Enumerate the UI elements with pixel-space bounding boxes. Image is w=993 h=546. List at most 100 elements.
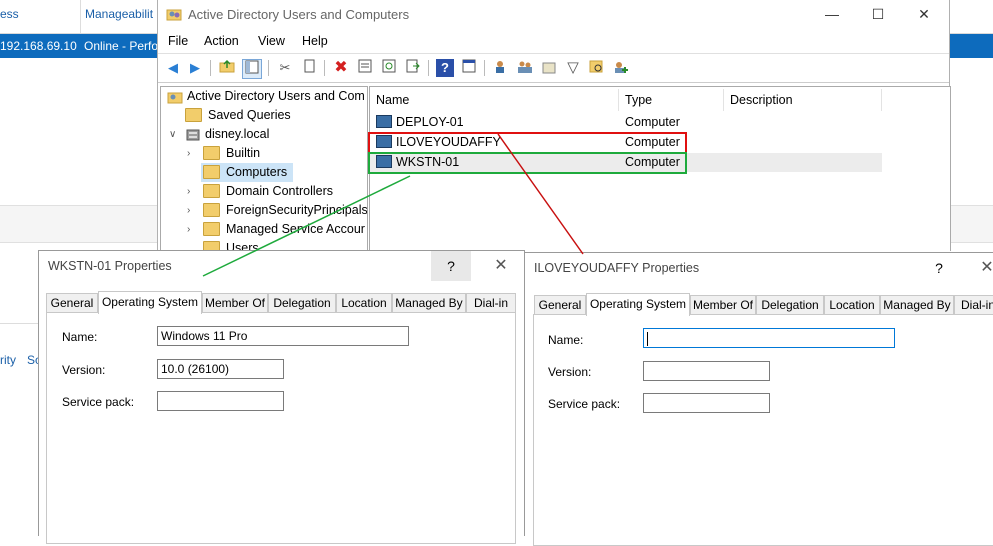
name-label: Name: [548, 333, 584, 347]
tree-item-label: Domain Controllers [226, 184, 333, 198]
minimize-icon[interactable]: — [820, 4, 844, 24]
cut-icon[interactable]: ✂ [276, 59, 294, 77]
aduc-toolbar: ◀ ▶ ✂ ✖ ? ▽ [158, 53, 949, 83]
service-pack-field[interactable] [157, 391, 284, 411]
tab-delegation[interactable]: Delegation [268, 293, 336, 313]
name-label: Name: [62, 330, 98, 344]
tree-item-saved-queries[interactable]: Saved Queries [185, 106, 291, 125]
close-icon[interactable]: ✕ [481, 251, 521, 281]
menu-view[interactable]: View [258, 34, 285, 48]
tab-dial-in[interactable]: Dial-in [466, 293, 516, 313]
close-icon[interactable]: ✕ [967, 253, 993, 283]
dialog-titlebar[interactable]: ILOVEYOUDAFFY Properties ? ✕ [525, 253, 993, 283]
tree-item-builtin[interactable]: › Builtin [187, 144, 260, 163]
os-version-field[interactable] [643, 361, 770, 381]
chevron-right-icon[interactable]: › [187, 182, 197, 201]
tab-managed-by[interactable]: Managed By [392, 293, 466, 313]
maximize-icon[interactable]: ☐ [866, 4, 890, 24]
help-icon[interactable]: ? [919, 253, 959, 283]
os-version-field[interactable]: 10.0 (26100) [157, 359, 284, 379]
tree-item-domain-controllers[interactable]: › Domain Controllers [187, 182, 333, 201]
column-header-name[interactable]: Name [370, 89, 619, 111]
chevron-right-icon[interactable]: › [187, 220, 197, 239]
aduc-title-text: Active Directory Users and Computers [188, 7, 410, 22]
forward-icon[interactable]: ▶ [186, 59, 204, 77]
menu-action[interactable]: Action [204, 34, 239, 48]
aduc-root-icon [167, 90, 183, 110]
highlight-red-box [368, 132, 687, 154]
menu-help[interactable]: Help [302, 34, 328, 48]
folder-icon [203, 202, 220, 217]
filter-icon[interactable]: ▽ [564, 59, 582, 77]
folder-icon [203, 145, 220, 160]
menu-file[interactable]: File [168, 34, 188, 48]
tree-root[interactable]: Active Directory Users and Com [167, 87, 365, 106]
delete-icon[interactable]: ✖ [332, 59, 350, 77]
new-ou-icon[interactable] [540, 59, 558, 77]
show-pane-icon[interactable] [460, 59, 478, 77]
close-icon[interactable]: ✕ [912, 4, 936, 24]
computer-icon [376, 115, 392, 129]
tree-item-label: Computers [226, 165, 288, 179]
chevron-down-icon[interactable]: ∨ [169, 125, 179, 144]
tree-item-computers[interactable]: Computers [201, 163, 293, 182]
version-label: Version: [548, 365, 592, 379]
tab-panel: Name: Version: Service pack: [533, 314, 993, 546]
tab-general[interactable]: General [534, 295, 586, 315]
find-icon[interactable] [588, 59, 606, 77]
iloveyoudaffy-properties-dialog: ILOVEYOUDAFFY Properties ? ✕ General Ope… [524, 252, 993, 546]
add-to-group-icon[interactable] [612, 59, 630, 77]
export-list-icon[interactable] [404, 59, 422, 77]
up-folder-icon[interactable] [218, 59, 236, 77]
tab-dial-in[interactable]: Dial-in [954, 295, 993, 315]
dialog-title: WKSTN-01 Properties [48, 259, 172, 273]
aduc-window: Active Directory Users and Computers — ☐… [157, 0, 951, 251]
dialog-title: ILOVEYOUDAFFY Properties [534, 261, 700, 275]
column-header-type[interactable]: Type [619, 89, 724, 111]
tab-general[interactable]: General [46, 293, 98, 313]
tab-operating-system[interactable]: Operating System [586, 293, 690, 316]
new-user-icon[interactable] [492, 59, 510, 77]
tree-item-label: ForeignSecurityPrincipals [226, 203, 368, 217]
chevron-right-icon[interactable]: › [187, 144, 197, 163]
new-group-icon[interactable] [516, 59, 534, 77]
bg-column-header-manageability[interactable]: Manageabilit [85, 7, 153, 21]
dialog-titlebar[interactable]: WKSTN-01 Properties ? ✕ [39, 251, 524, 281]
tab-operating-system[interactable]: Operating System [98, 291, 202, 314]
tab-location[interactable]: Location [336, 293, 392, 313]
tab-member-of[interactable]: Member Of [690, 295, 756, 315]
aduc-titlebar[interactable]: Active Directory Users and Computers — ☐… [158, 0, 949, 30]
highlight-green-box [368, 152, 687, 174]
back-icon[interactable]: ◀ [164, 59, 182, 77]
bg-column-header[interactable]: ess [0, 7, 19, 21]
folder-icon [203, 164, 220, 179]
bg-side-link[interactable]: rity [0, 353, 16, 367]
refresh-icon[interactable] [380, 59, 398, 77]
row-type: Computer [625, 115, 680, 129]
results-list: Name Type Description DEPLOY-01 Computer… [368, 86, 951, 251]
tree-item-managed-service-accounts[interactable]: › Managed Service Accour [187, 220, 365, 239]
os-name-field[interactable]: Windows 11 Pro [157, 326, 409, 346]
tab-location[interactable]: Location [824, 295, 880, 315]
list-item[interactable]: DEPLOY-01 Computer [370, 113, 882, 132]
help-icon[interactable]: ? [431, 251, 471, 281]
tab-member-of[interactable]: Member Of [202, 293, 268, 313]
copy-icon[interactable] [300, 59, 318, 77]
tab-managed-by[interactable]: Managed By [880, 295, 954, 315]
tree-item-label: Saved Queries [208, 108, 291, 122]
chevron-right-icon[interactable]: › [187, 201, 197, 220]
folder-icon [185, 107, 202, 122]
tree-item-foreign-security-principals[interactable]: › ForeignSecurityPrincipals [187, 201, 368, 220]
tree-item-domain[interactable]: ∨ disney.local [169, 125, 269, 144]
row-name: DEPLOY-01 [396, 115, 464, 129]
os-name-field[interactable] [643, 328, 895, 348]
column-header-description[interactable]: Description [724, 89, 882, 111]
tab-delegation[interactable]: Delegation [756, 295, 824, 315]
help-icon[interactable]: ? [436, 59, 454, 77]
tab-panel: Name: Windows 11 Pro Version: 10.0 (2610… [46, 312, 516, 544]
properties-icon[interactable] [356, 59, 374, 77]
service-pack-field[interactable] [643, 393, 770, 413]
wkstn-properties-dialog: WKSTN-01 Properties ? ✕ General Operatin… [38, 250, 525, 544]
console-tree-icon[interactable] [242, 59, 262, 79]
bg-row-status: Online - Perfo [84, 39, 159, 53]
